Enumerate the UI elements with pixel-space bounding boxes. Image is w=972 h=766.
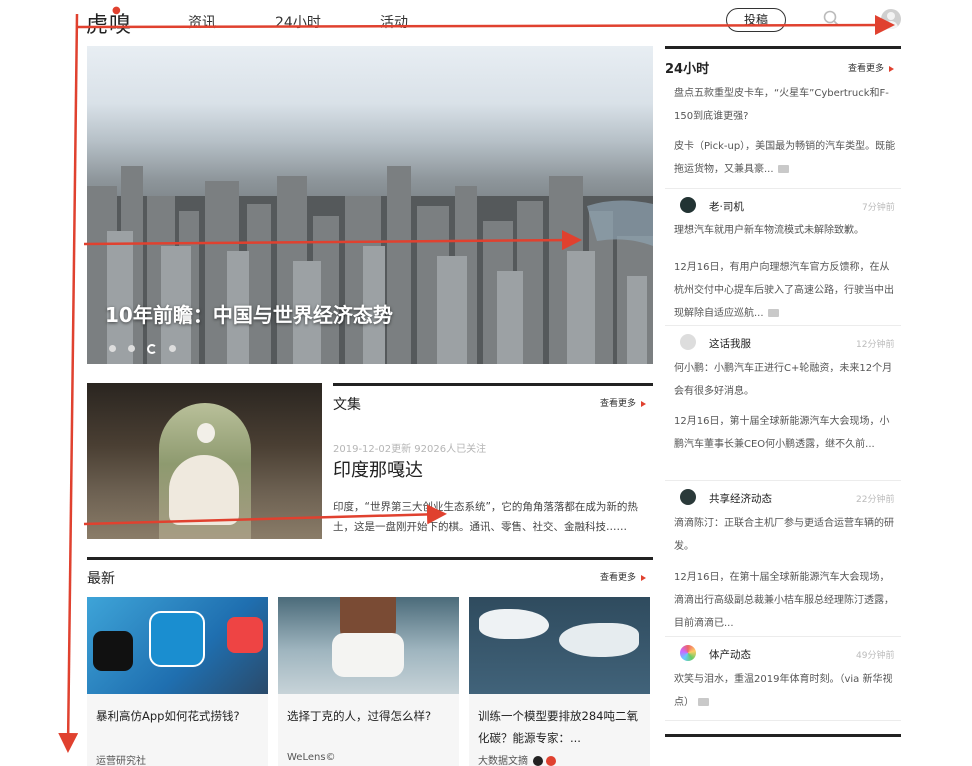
carousel-dot[interactable] <box>128 345 135 352</box>
dancer-head-shape <box>197 423 215 443</box>
card-image-ice[interactable] <box>469 597 650 694</box>
author-name[interactable]: 老·司机 <box>709 199 744 214</box>
collection-description: 印度，“世界第三大创业生态系统”，它的角角落落都在成为新的热土，这是一盘刚开始下… <box>333 501 638 533</box>
verified-badge-icon <box>533 756 544 766</box>
collection-more-link[interactable]: 查看更多 <box>600 396 647 409</box>
news-headline[interactable]: 滴滴陈汀：正联合主机厂参与更适合运营车辆的研发。 <box>674 512 896 558</box>
nav-item-24h[interactable]: 24小时 <box>275 12 321 32</box>
railway-app-icon <box>149 611 205 667</box>
news-headline[interactable]: 理想汽车就用户新车物流模式未解除致歉。 <box>674 219 896 242</box>
diaper-shape <box>332 633 404 677</box>
carousel-dot[interactable] <box>169 345 176 352</box>
card-title[interactable]: 训练一个模型要排放284吨二氧化碳？能源专家：... <box>478 705 643 749</box>
user-avatar-icon[interactable] <box>881 9 901 29</box>
author-avatar[interactable] <box>680 197 696 213</box>
news-summary: 12月16日，在第十届全球新能源汽车大会现场，滴滴出行高级副总裁兼小桔车服总经理… <box>674 572 894 629</box>
sidebar-bottom-rule <box>665 734 901 737</box>
more-arrow-icon <box>641 400 647 407</box>
sidebar-more-link[interactable]: 查看更多 <box>848 61 895 74</box>
latest-section-title: 最新 <box>87 571 115 587</box>
card-image-apps[interactable] <box>87 597 268 694</box>
carousel-dot-active[interactable] <box>147 343 157 354</box>
hero-title[interactable]: 10年前瞻：中国与世界经济态势 <box>105 299 393 328</box>
ice-floe-shape <box>559 623 639 657</box>
post-time: 49分钟前 <box>856 651 895 661</box>
author-name[interactable]: 体产动态 <box>709 647 751 662</box>
card-source[interactable]: WeLens© <box>287 752 336 763</box>
latest-more-link[interactable]: 查看更多 <box>600 570 647 583</box>
sidebar-divider <box>665 480 901 481</box>
news-headline[interactable]: 欢笑与泪水，重温2019年体育时刻。（via 新华视点） <box>674 668 896 714</box>
search-icon[interactable] <box>823 10 839 26</box>
post-time: 12分钟前 <box>856 340 895 350</box>
sidebar-divider <box>665 636 901 637</box>
site-header: 虎嗅 ● 资讯 24小时 活动 投稿 <box>0 0 972 40</box>
collection-headline[interactable]: 印度那嘎达 <box>333 456 423 482</box>
news-headline[interactable]: 何小鹏：小鹏汽车正进行C+轮融资，未来12个月会有很多好消息。 <box>674 357 896 403</box>
sidebar-divider <box>665 720 901 721</box>
more-arrow-icon <box>889 65 895 72</box>
card-title[interactable]: 暴利高仿App如何花式捞钱? <box>96 705 261 727</box>
card-source[interactable]: 运营研究社 <box>96 752 146 766</box>
news-summary: 12月16日，第十届全球新能源汽车大会现场，小鹏汽车董事长兼CEO何小鹏透露，继… <box>674 416 890 450</box>
sidebar-top-headline[interactable]: 盘点五款重型皮卡车，“火星车”Cybertruck和F-150到底谁更强? <box>674 82 896 128</box>
sidebar-title: 24小时 <box>665 62 710 77</box>
card-title[interactable]: 选择丁克的人，过得怎么样? <box>287 705 452 727</box>
dancer-shape <box>169 455 239 525</box>
nav-item-events[interactable]: 活动 <box>380 12 408 32</box>
nav-item-news[interactable]: 资讯 <box>188 12 216 32</box>
card-source: 大数据文摘 <box>478 752 557 766</box>
hero-carousel[interactable]: 10年前瞻：中国与世界经济态势 <box>87 46 653 364</box>
author-badge-icon <box>546 756 557 766</box>
sidebar-rule <box>665 46 901 49</box>
app-icon <box>227 617 263 653</box>
author-name[interactable]: 这话我服 <box>709 336 751 351</box>
video-icon <box>698 698 709 706</box>
post-time: 22分钟前 <box>856 495 895 505</box>
ice-floe-shape <box>479 609 549 639</box>
author-avatar[interactable] <box>680 489 696 505</box>
carousel-dots <box>109 338 188 357</box>
logo-dot-icon: ● <box>112 5 122 16</box>
post-time: 7分钟前 <box>862 203 895 213</box>
sidebar-divider <box>665 188 901 189</box>
author-name[interactable]: 共享经济动态 <box>709 491 772 506</box>
news-summary: 12月16日，有用户向理想汽车官方反馈称，在从杭州交付中心提车后驶入了高速公路，… <box>674 262 894 319</box>
submit-article-button[interactable]: 投稿 <box>726 8 786 32</box>
collection-rule <box>333 383 653 386</box>
card-image-baby[interactable] <box>278 597 459 694</box>
collection-image[interactable] <box>87 383 322 539</box>
more-arrow-icon <box>641 574 647 581</box>
sidebar-divider <box>665 325 901 326</box>
collection-meta: 2019-12-02更新 92026人已关注 <box>333 444 487 455</box>
sidebar-top-summary: 皮卡（Pick-up），美国最为畅销的汽车类型。既能拖运货物，又兼具豪... <box>674 141 896 175</box>
card-source-name[interactable]: 大数据文摘 <box>478 756 528 766</box>
collection-section-title: 文集 <box>333 397 361 413</box>
site-logo[interactable]: 虎嗅 ● <box>86 5 132 39</box>
author-avatar[interactable] <box>680 645 696 661</box>
latest-rule <box>87 557 653 560</box>
carousel-dot[interactable] <box>109 345 116 352</box>
author-avatar[interactable] <box>680 334 696 350</box>
video-icon <box>777 165 789 173</box>
tiktok-app-icon <box>93 631 133 671</box>
annotation-arrow <box>58 13 79 753</box>
image-icon <box>767 309 779 317</box>
